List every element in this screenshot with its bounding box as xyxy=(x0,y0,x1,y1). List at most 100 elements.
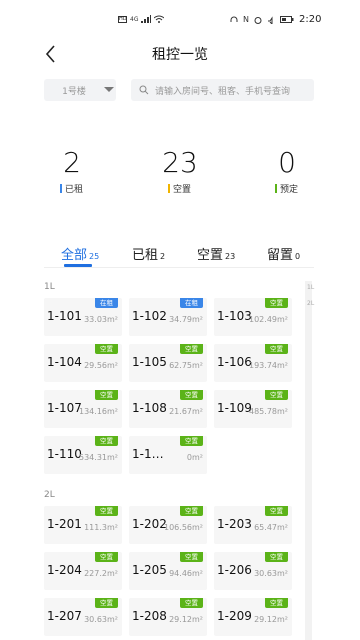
room-card[interactable]: 空置 1-204 227.2m² xyxy=(44,552,122,590)
network-type: 4G xyxy=(130,15,139,23)
status-badge: 空置 xyxy=(265,598,288,608)
building-select[interactable]: 1号楼 xyxy=(44,79,116,101)
stat-label-text: 空置 xyxy=(173,185,192,195)
stat-color-bar xyxy=(275,184,277,193)
stat-value: 2 xyxy=(63,146,81,179)
mute-icon xyxy=(267,15,273,24)
tab-label: 空置 xyxy=(197,248,224,263)
stat-color-bar xyxy=(168,184,170,193)
room-card[interactable]: 空置 1-107 134.16m² xyxy=(44,390,122,428)
room-card[interactable]: 空置 1-105 62.75m² xyxy=(129,344,207,382)
status-badge: 空置 xyxy=(95,598,118,608)
room-area: 102.49m² xyxy=(249,315,288,324)
room-number: 1-110 xyxy=(47,447,82,461)
search-input[interactable]: 请输入房间号、租客、手机号查询 xyxy=(131,79,314,101)
status-badge: 空置 xyxy=(180,344,203,354)
room-area: 30.63m² xyxy=(254,569,288,578)
floor-header: 2L xyxy=(44,490,55,500)
status-badge: 空置 xyxy=(180,552,203,562)
status-badge: 在租 xyxy=(95,298,118,308)
room-card[interactable]: 空置 1-203 65.47m² xyxy=(214,506,292,544)
tab-3[interactable]: 空置 23 xyxy=(197,244,235,263)
status-badge: 空置 xyxy=(180,436,203,446)
floor-index-bar[interactable] xyxy=(305,281,312,640)
room-card[interactable]: 空置 1-206 30.63m² xyxy=(214,552,292,590)
search-placeholder: 请输入房间号、租客、手机号查询 xyxy=(155,87,291,97)
status-badge: 空置 xyxy=(180,390,203,400)
status-badge: 空置 xyxy=(180,506,203,516)
room-card[interactable]: 空置 1-103 102.49m² xyxy=(214,298,292,336)
tab-divider xyxy=(44,267,314,268)
room-card[interactable]: 空置 1-202 106.56m² xyxy=(129,506,207,544)
tab-count: 25 xyxy=(89,252,100,261)
status-bar: HD 4G N 2:20 xyxy=(0,0,360,40)
headphone-icon xyxy=(230,16,238,22)
room-area: 485.78m² xyxy=(249,407,288,416)
wifi-icon xyxy=(154,15,165,23)
room-area: 106.56m² xyxy=(164,523,203,532)
status-badge: 在租 xyxy=(180,298,203,308)
room-card[interactable]: 空置 1-109 485.78m² xyxy=(214,390,292,428)
tab-1[interactable]: 全部 25 xyxy=(61,244,99,263)
status-time: 2:20 xyxy=(298,14,322,25)
room-card[interactable]: 在租 1-102 34.79m² xyxy=(129,298,207,336)
room-card[interactable]: 空置 1-104 29.56m² xyxy=(44,344,122,382)
room-card[interactable]: 空置 1-208 29.12m² xyxy=(129,598,207,636)
side-floor-label[interactable]: 2L xyxy=(307,300,314,307)
room-area: 0m² xyxy=(186,453,203,462)
status-badge: 空置 xyxy=(180,598,203,608)
tab-4[interactable]: 留置 0 xyxy=(267,244,300,263)
tab-2[interactable]: 已租 2 xyxy=(132,244,165,263)
tab-count: 0 xyxy=(295,252,301,261)
room-area: 94.46m² xyxy=(169,569,203,578)
room-card[interactable]: 空置 1-209 29.12m² xyxy=(214,598,292,636)
room-area: 193.74m² xyxy=(249,361,288,370)
room-number: 1-104 xyxy=(47,355,82,369)
status-left-icons: HD 4G xyxy=(118,15,165,23)
room-card[interactable]: 空置 1-205 94.46m² xyxy=(129,552,207,590)
room-number: 1-206 xyxy=(217,563,252,577)
room-number: 1-205 xyxy=(132,563,167,577)
room-area: 29.12m² xyxy=(254,615,288,624)
status-badge: 空置 xyxy=(95,436,118,446)
side-floor-label[interactable]: 1L xyxy=(307,284,314,291)
hd-icon: HD xyxy=(118,15,127,23)
page-title: 租控一览 xyxy=(152,47,208,63)
status-right-icons: N 2:20 xyxy=(230,14,321,25)
alarm-icon xyxy=(254,16,262,24)
signal-icon xyxy=(141,15,152,23)
room-card[interactable]: 空置 1-108 21.67m² xyxy=(129,390,207,428)
room-card[interactable]: 空置 1-110 534.31m² xyxy=(44,436,122,474)
room-number: 1-201 xyxy=(47,517,82,531)
room-card[interactable]: 在租 1-101 33.03m² xyxy=(44,298,122,336)
room-card[interactable]: 空置 1-106 193.74m² xyxy=(214,344,292,382)
stat-label: 空置 xyxy=(168,182,191,195)
room-number: 1-204 xyxy=(47,563,82,577)
room-number: 1-208 xyxy=(132,609,167,623)
room-number: 1-209 xyxy=(217,609,252,623)
search-icon xyxy=(139,85,149,95)
room-area: 33.03m² xyxy=(84,315,118,324)
stat-value: 0 xyxy=(278,146,296,179)
status-badge: 空置 xyxy=(265,344,288,354)
tab-label: 已租 xyxy=(132,248,159,263)
room-area: 30.63m² xyxy=(84,615,118,624)
tab-count: 2 xyxy=(160,252,166,261)
room-number: 1-101 xyxy=(47,309,82,323)
status-badge: 空置 xyxy=(95,344,118,354)
room-card[interactable]: 空置 1-201 111.3m² xyxy=(44,506,122,544)
room-number: 1-106 xyxy=(217,355,252,369)
room-area: 227.2m² xyxy=(84,569,118,578)
room-area: 29.12m² xyxy=(169,615,203,624)
room-area: 62.75m² xyxy=(169,361,203,370)
room-card[interactable]: 空置 1-207 30.63m² xyxy=(44,598,122,636)
stat-label: 预定 xyxy=(275,182,298,195)
room-number: 1-207 xyxy=(47,609,82,623)
status-badge: 空置 xyxy=(95,506,118,516)
room-number: 1-105 xyxy=(132,355,167,369)
room-card[interactable]: 空置 1-1… 0m² xyxy=(129,436,207,474)
room-number: 1-107 xyxy=(47,401,82,415)
room-area: 534.31m² xyxy=(79,453,118,462)
room-number: 1-108 xyxy=(132,401,167,415)
status-badge: 空置 xyxy=(265,506,288,516)
